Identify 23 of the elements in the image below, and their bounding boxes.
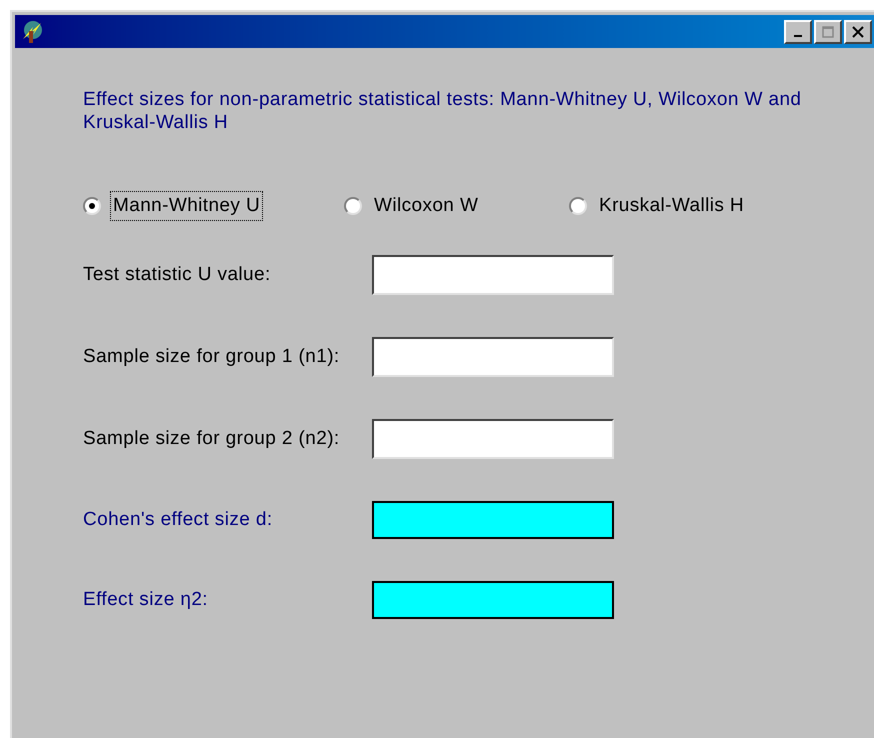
field-label: Sample size for group 2 (n2): bbox=[83, 426, 341, 451]
input-field[interactable] bbox=[372, 337, 614, 377]
radio-option[interactable]: Kruskal-Wallis H bbox=[569, 192, 789, 220]
maximize-icon bbox=[822, 26, 834, 38]
radio-button[interactable] bbox=[344, 197, 362, 215]
minimize-button[interactable] bbox=[784, 20, 812, 44]
field-label: Test statistic U value: bbox=[83, 262, 272, 287]
close-button[interactable] bbox=[844, 20, 872, 44]
maximize-button[interactable] bbox=[814, 20, 842, 44]
radio-option[interactable]: Wilcoxon W bbox=[344, 192, 569, 220]
result-field[interactable] bbox=[372, 501, 614, 539]
field-label: Cohen's effect size d: bbox=[83, 508, 274, 532]
input-field[interactable] bbox=[372, 419, 614, 459]
input-field[interactable] bbox=[372, 255, 614, 295]
radio-option[interactable]: Mann-Whitney U bbox=[83, 192, 344, 220]
heading-text: Effect sizes for non-parametric statistical tests: Mann-Whitney U, Wilcoxon W and Kruskal-Wallis H bbox=[83, 88, 802, 134]
radio-button[interactable] bbox=[569, 197, 587, 215]
result-field[interactable] bbox=[372, 581, 614, 619]
minimize-icon bbox=[794, 34, 802, 36]
radio-button[interactable] bbox=[83, 197, 101, 215]
field-label: Effect size η2: bbox=[83, 588, 209, 612]
field-label: Sample size for group 1 (n1): bbox=[83, 344, 341, 369]
close-icon bbox=[852, 26, 864, 38]
